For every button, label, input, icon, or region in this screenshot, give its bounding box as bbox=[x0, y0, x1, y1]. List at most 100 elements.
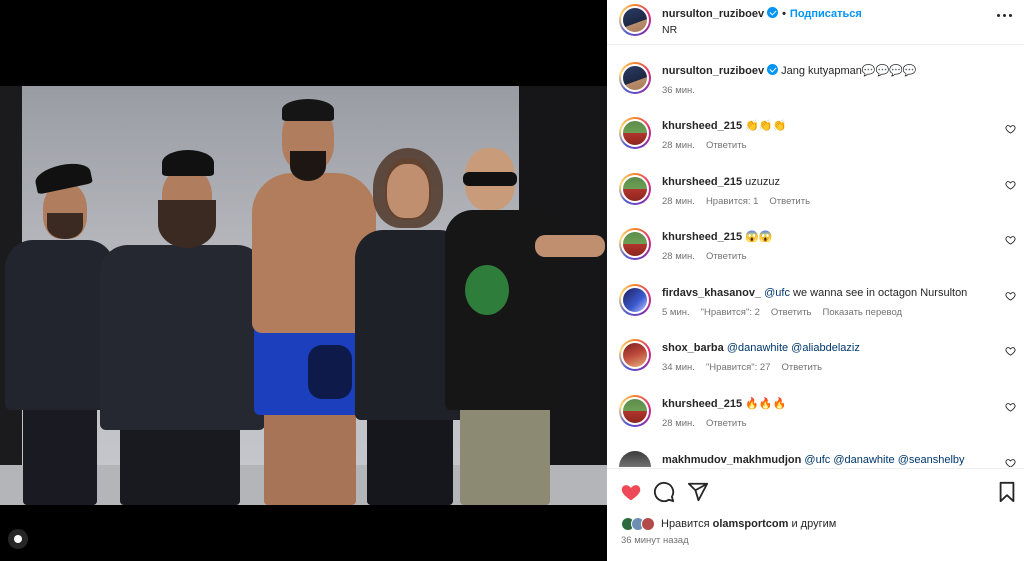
reply-button[interactable]: Ответить bbox=[769, 196, 810, 207]
more-options-icon[interactable] bbox=[997, 14, 1012, 17]
reply-button[interactable]: Ответить bbox=[706, 251, 747, 262]
likes-text: Нравится olamsportcom и другим bbox=[661, 518, 836, 530]
comment-likes[interactable]: "Нравится": 2 bbox=[701, 307, 760, 318]
author-line: nursulton_ruziboev • Подписаться bbox=[662, 7, 862, 20]
comment: khursheed_215 uzuzuz 28 мин. Нравится: 1 От… bbox=[607, 163, 1024, 218]
commenter-avatar[interactable] bbox=[619, 395, 651, 427]
comment-time[interactable]: 28 мин. bbox=[662, 251, 695, 262]
post-time[interactable]: 36 минут назад bbox=[621, 535, 689, 546]
person-1 bbox=[5, 159, 115, 505]
comment-body: we wanna see in octagon Nursulton bbox=[789, 287, 968, 299]
comment-like-heart-icon[interactable] bbox=[1005, 402, 1016, 412]
comment-likes[interactable]: Нравится: 1 bbox=[706, 196, 758, 207]
comment-likes[interactable]: "Нравится": 27 bbox=[706, 362, 771, 373]
comment-username[interactable]: khursheed_215 bbox=[662, 176, 742, 188]
comment-body: uzuzuz bbox=[745, 176, 781, 188]
comment: khursheed_215 🔥🔥🔥 28 мин. Ответить bbox=[607, 385, 1024, 440]
comment-time[interactable]: 28 мин. bbox=[662, 418, 695, 429]
comment-text: khursheed_215 uzuzuz bbox=[662, 175, 992, 189]
comment-meta: 28 мин. Ответить bbox=[662, 418, 758, 429]
author-avatar[interactable] bbox=[619, 4, 651, 36]
comment-mention[interactable]: @ufc bbox=[764, 287, 790, 299]
reply-button[interactable]: Ответить bbox=[706, 140, 747, 151]
reply-button[interactable]: Ответить bbox=[771, 307, 812, 318]
comment: khursheed_215 👏👏👏 28 мин. Ответить bbox=[607, 107, 1024, 162]
comment-like-heart-icon[interactable] bbox=[1005, 291, 1016, 301]
caption-username[interactable]: nursulton_ruziboev bbox=[662, 65, 764, 77]
comment-username[interactable]: khursheed_215 bbox=[662, 398, 742, 410]
comment-mention[interactable]: @danawhite @aliabdelaziz bbox=[727, 342, 860, 354]
reply-button[interactable]: Ответить bbox=[706, 418, 747, 429]
comment-username[interactable]: firdavs_khasanov_ bbox=[662, 287, 761, 299]
comment-text: makhmudov_makhmudjon @ufc @danawhite @se… bbox=[662, 453, 992, 467]
comment-like-heart-icon[interactable] bbox=[1005, 458, 1016, 467]
user-tag-icon[interactable] bbox=[8, 529, 28, 549]
comment-time[interactable]: 28 мин. bbox=[662, 140, 695, 151]
comment-username[interactable]: makhmudov_makhmudjon bbox=[662, 454, 801, 466]
comment-body: 👏👏👏 bbox=[745, 120, 787, 132]
comment-text: firdavs_khasanov_ @ufc we wanna see in o… bbox=[662, 286, 992, 300]
follow-button[interactable]: Подписаться bbox=[790, 8, 862, 20]
verified-badge-icon bbox=[767, 64, 779, 75]
comment-like-heart-icon[interactable] bbox=[1005, 235, 1016, 245]
comment-like-heart-icon[interactable] bbox=[1005, 180, 1016, 190]
comment-text: khursheed_215 😱😱 bbox=[662, 230, 992, 244]
post-location[interactable]: NR bbox=[662, 24, 677, 36]
comment-mention[interactable]: @ufc @danawhite @seanshelby bbox=[804, 454, 964, 466]
comment: khursheed_215 😱😱 28 мин. Ответить bbox=[607, 218, 1024, 273]
comment-like-heart-icon[interactable] bbox=[1005, 124, 1016, 134]
caption-body: Jang kutyapman💬💬💬💬 bbox=[781, 65, 917, 77]
comment-time[interactable]: 28 мин. bbox=[662, 196, 695, 207]
caption: nursulton_ruziboev Jang kutyapman💬💬💬💬 36… bbox=[607, 52, 1024, 107]
author-username[interactable]: nursulton_ruziboev bbox=[662, 8, 764, 20]
caption-avatar[interactable] bbox=[619, 62, 651, 94]
comment-meta: 28 мин. Ответить bbox=[662, 140, 758, 151]
comment-body: 🔥🔥🔥 bbox=[745, 398, 787, 410]
person-5 bbox=[445, 140, 605, 505]
share-icon[interactable] bbox=[687, 481, 709, 503]
commenter-avatar[interactable] bbox=[619, 173, 651, 205]
likes-prefix: Нравится bbox=[661, 518, 710, 530]
commenter-avatar[interactable] bbox=[619, 339, 651, 371]
comment-like-heart-icon[interactable] bbox=[1005, 346, 1016, 356]
comment-body: 😱😱 bbox=[745, 231, 773, 243]
comment: makhmudov_makhmudjon @ufc @danawhite @se… bbox=[607, 441, 1024, 467]
comment-meta: 5 мин. "Нравится": 2 Ответить Показать пере… bbox=[662, 307, 913, 318]
separator-dot: • bbox=[782, 8, 786, 20]
post-media[interactable] bbox=[0, 0, 607, 561]
comment: shox_barba @danawhite @aliabdelaziz 34 ми… bbox=[607, 329, 1024, 384]
likes-suffix[interactable]: и другим bbox=[791, 518, 836, 530]
comment: firdavs_khasanov_ @ufc we wanna see in o… bbox=[607, 274, 1024, 329]
caption-meta: 36 мин. bbox=[662, 85, 706, 96]
likes-summary[interactable]: Нравится olamsportcom и другим bbox=[621, 517, 836, 531]
verified-badge-icon bbox=[767, 7, 779, 18]
comment-meta: 28 мин. Ответить bbox=[662, 251, 758, 262]
commenter-avatar[interactable] bbox=[619, 117, 651, 149]
likes-user[interactable]: olamsportcom bbox=[713, 518, 789, 530]
comment-time[interactable]: 5 мин. bbox=[662, 307, 690, 318]
bookmark-icon[interactable] bbox=[996, 481, 1018, 503]
caption-time[interactable]: 36 мин. bbox=[662, 85, 695, 96]
header-divider bbox=[607, 44, 1024, 45]
comment-icon[interactable] bbox=[653, 481, 675, 503]
post-photo[interactable] bbox=[0, 86, 607, 505]
comment-username[interactable]: shox_barba bbox=[662, 342, 724, 354]
liker-avatar bbox=[641, 517, 655, 531]
caption-text: nursulton_ruziboev Jang kutyapman💬💬💬💬 bbox=[662, 64, 992, 78]
show-translation-link[interactable]: Показать перевод bbox=[823, 307, 903, 318]
commenter-avatar[interactable] bbox=[619, 284, 651, 316]
reply-button[interactable]: Ответить bbox=[781, 362, 822, 373]
comments-list[interactable]: nursulton_ruziboev Jang kutyapman💬💬💬💬 36… bbox=[607, 52, 1024, 467]
comment-username[interactable]: khursheed_215 bbox=[662, 231, 742, 243]
commenter-avatar[interactable] bbox=[619, 451, 651, 467]
comment-meta: 34 мин. "Нравится": 27 Ответить bbox=[662, 362, 833, 373]
comment-time[interactable]: 34 мин. bbox=[662, 362, 695, 373]
comment-text: khursheed_215 🔥🔥🔥 bbox=[662, 397, 992, 411]
comment-text: khursheed_215 👏👏👏 bbox=[662, 119, 992, 133]
post-side-panel: nursulton_ruziboev • Подписаться NR nursul… bbox=[607, 0, 1024, 561]
heart-icon[interactable] bbox=[620, 481, 642, 503]
commenter-avatar[interactable] bbox=[619, 228, 651, 260]
person-2 bbox=[100, 150, 265, 505]
post-actions: Нравится olamsportcom и другим 36 минут … bbox=[607, 468, 1024, 561]
comment-username[interactable]: khursheed_215 bbox=[662, 120, 742, 132]
